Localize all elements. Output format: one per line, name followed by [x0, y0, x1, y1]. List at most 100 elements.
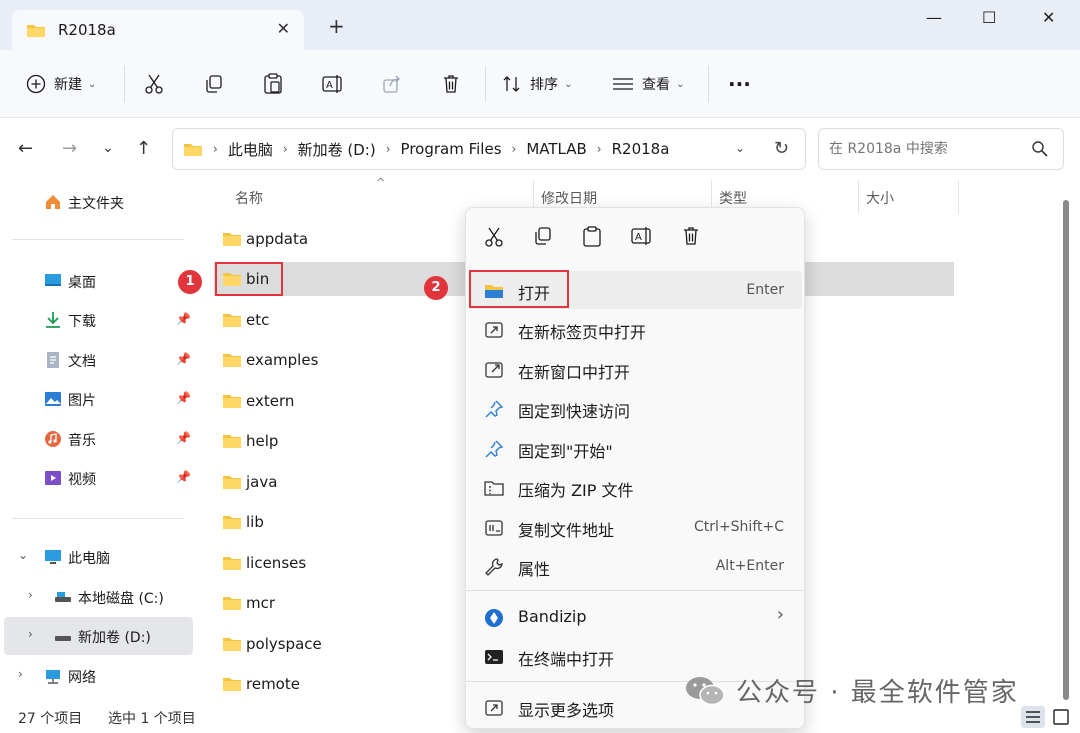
menu-item-pin-start[interactable]: 固定到"开始": [468, 429, 802, 467]
column-header-modified[interactable]: 修改日期: [541, 188, 597, 208]
column-header-size[interactable]: 大小: [866, 188, 894, 208]
refresh-icon[interactable]: ↻: [774, 138, 789, 159]
pin-icon[interactable]: 📌: [176, 352, 191, 366]
sidebar-item-pictures[interactable]: 图片 📌: [0, 380, 195, 418]
new-tab-button[interactable]: +: [328, 16, 345, 36]
tiles-view-button[interactable]: [1049, 706, 1073, 728]
close-window-button[interactable]: ✕: [1042, 8, 1055, 27]
folder-icon: [223, 395, 241, 408]
chevron-right-icon[interactable]: ›: [18, 667, 23, 681]
plus-circle-icon: [26, 74, 46, 94]
file-name: etc: [246, 311, 270, 329]
menu-item-open-new-window[interactable]: 在新窗口中打开: [468, 350, 802, 388]
sidebar-item-drive-c[interactable]: › 本地磁盘 (C:): [0, 578, 195, 616]
search-input[interactable]: [829, 141, 1024, 157]
document-icon: [47, 352, 59, 368]
folder-icon: [223, 678, 241, 691]
column-header-name[interactable]: 名称: [235, 188, 263, 208]
chevron-right-icon[interactable]: ›: [28, 588, 33, 602]
copy-icon[interactable]: [533, 226, 553, 250]
sidebar-item-home[interactable]: 主文件夹: [0, 183, 195, 221]
view-list-icon: [613, 78, 633, 90]
file-name: extern: [246, 392, 295, 410]
menu-item-compress-zip[interactable]: 压缩为 ZIP 文件: [468, 468, 802, 506]
menu-item-label: 显示更多选项: [518, 701, 615, 720]
folder-icon: [223, 354, 241, 367]
paste-button[interactable]: [263, 70, 283, 98]
folder-icon: [223, 476, 241, 489]
home-icon: [46, 195, 60, 209]
breadcrumb-drive-d[interactable]: 新加卷 (D:): [298, 139, 376, 160]
breadcrumb-program-files[interactable]: Program Files: [401, 140, 502, 158]
file-name: polyspace: [246, 635, 322, 653]
menu-item-bandizip[interactable]: Bandizip ›: [468, 598, 802, 636]
sidebar-item-desktop[interactable]: 桌面: [0, 262, 195, 300]
breadcrumb-matlab[interactable]: MATLAB: [526, 140, 586, 158]
minimize-button[interactable]: —: [926, 8, 942, 27]
breadcrumb-chevron-icon: ›: [511, 142, 517, 156]
video-icon: [45, 471, 61, 485]
tab-close-icon[interactable]: ✕: [277, 19, 290, 38]
cut-icon[interactable]: [484, 226, 504, 252]
breadcrumb-this-pc[interactable]: 此电脑: [228, 139, 273, 160]
forward-arrow-icon[interactable]: →: [62, 138, 77, 159]
column-divider[interactable]: [958, 180, 959, 214]
share-button[interactable]: [382, 70, 402, 98]
recent-dropdown-icon[interactable]: ⌄: [102, 140, 114, 156]
column-header-type[interactable]: 类型: [719, 188, 747, 208]
menu-item-open-terminal[interactable]: 在终端中打开: [468, 637, 802, 675]
sidebar-item-documents[interactable]: 文档 📌: [0, 341, 195, 379]
sidebar-item-this-pc[interactable]: ⌄ 此电脑: [0, 538, 195, 576]
address-bar[interactable]: › 此电脑 › 新加卷 (D:) › Program Files › MATLA…: [172, 128, 806, 170]
trash-icon[interactable]: [681, 226, 701, 250]
toolbar-divider: [124, 66, 125, 102]
rename-button[interactable]: A: [322, 70, 344, 98]
folder-icon: [223, 516, 241, 529]
breadcrumb-r2018a[interactable]: R2018a: [612, 140, 670, 158]
sidebar-item-videos[interactable]: 视频 📌: [0, 459, 195, 497]
menu-item-open-new-tab[interactable]: 在新标签页中打开: [468, 310, 802, 348]
delete-button[interactable]: [441, 70, 461, 98]
pin-icon[interactable]: 📌: [176, 312, 191, 326]
folder-icon: [223, 597, 241, 610]
menu-item-shortcut: Ctrl+Shift+C: [694, 519, 784, 535]
navigation-pane: 主文件夹 桌面 下载 📌 文档 📌 图片 📌 音乐 📌 视频 📌 ⌄ 此电脑 ›: [0, 178, 200, 698]
address-history-dropdown-icon[interactable]: ⌄: [735, 141, 745, 155]
svg-text:A: A: [326, 80, 333, 91]
copy-path-icon: [485, 520, 503, 536]
paste-icon[interactable]: [582, 226, 602, 252]
rename-icon: A: [322, 75, 342, 93]
menu-item-copy-path[interactable]: 复制文件地址 Ctrl+Shift+C: [468, 508, 802, 546]
pin-icon[interactable]: 📌: [176, 470, 191, 484]
sidebar-item-drive-d[interactable]: › 新加卷 (D:): [4, 617, 193, 655]
sidebar-item-music[interactable]: 音乐 📌: [0, 420, 195, 458]
music-icon: [45, 431, 61, 447]
view-button[interactable]: 查看 ⌄: [612, 70, 684, 98]
up-arrow-icon[interactable]: ↑: [136, 138, 151, 159]
back-arrow-icon[interactable]: ←: [18, 138, 33, 159]
sidebar-item-network[interactable]: › 网络: [0, 657, 195, 695]
pictures-icon: [45, 392, 61, 406]
open-new-window-icon: [485, 362, 503, 378]
tab-r2018a[interactable]: R2018a ✕: [12, 10, 304, 50]
new-button[interactable]: 新建 ⌄: [26, 70, 96, 98]
details-view-button[interactable]: [1021, 706, 1045, 728]
menu-item-properties[interactable]: 属性 Alt+Enter: [468, 547, 802, 585]
column-divider[interactable]: [858, 180, 859, 214]
vertical-scrollbar[interactable]: [1063, 200, 1069, 700]
maximize-button[interactable]: ☐: [982, 8, 996, 27]
sidebar-item-downloads[interactable]: 下载 📌: [0, 301, 195, 339]
chevron-down-icon[interactable]: ⌄: [18, 548, 28, 562]
cut-button[interactable]: [144, 70, 164, 98]
pin-icon[interactable]: 📌: [176, 391, 191, 405]
chevron-right-icon[interactable]: ›: [28, 627, 33, 641]
menu-item-pin-quick-access[interactable]: 固定到快速访问: [468, 389, 802, 427]
search-box[interactable]: [818, 128, 1064, 170]
more-options-button[interactable]: ···: [728, 70, 751, 98]
context-menu-quick-actions: A: [466, 208, 806, 266]
rename-icon[interactable]: A: [631, 226, 653, 250]
highlight-box-bin: [215, 262, 283, 296]
pin-icon[interactable]: 📌: [176, 431, 191, 445]
copy-button[interactable]: [204, 70, 224, 98]
sort-button[interactable]: 排序 ⌄: [502, 70, 572, 98]
